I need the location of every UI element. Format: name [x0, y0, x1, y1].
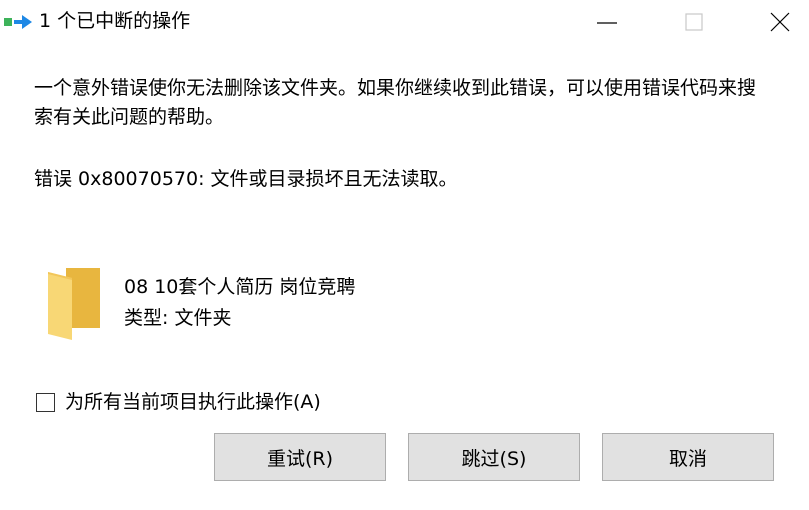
skip-button[interactable]: 跳过(S) — [408, 433, 580, 481]
retry-button[interactable]: 重试(R) — [214, 433, 386, 481]
minimize-icon — [597, 22, 617, 24]
item-name: 08 10套个人简历 岗位竞聘 — [124, 276, 356, 298]
window-title: 1 个已中断的操作 — [39, 10, 191, 32]
close-icon — [770, 12, 790, 32]
title-bar[interactable]: 1 个已中断的操作 — [0, 0, 809, 44]
maximize-button[interactable] — [664, 0, 724, 44]
file-operation-icon — [4, 13, 34, 31]
minimize-button[interactable] — [577, 0, 637, 44]
affected-item: 08 10套个人简历 岗位竞聘 类型: 文件夹 — [44, 264, 464, 344]
dialog-window: 1 个已中断的操作 一个意外错误使你无法删除该文件夹。如果你继续收到此错误，可以… — [0, 0, 809, 510]
apply-to-all-label[interactable]: 为所有当前项目执行此操作(A) — [65, 389, 321, 415]
folder-icon — [44, 268, 100, 340]
maximize-icon — [685, 13, 703, 31]
item-type: 类型: 文件夹 — [124, 307, 232, 329]
apply-to-all-option[interactable]: 为所有当前项目执行此操作(A) — [36, 389, 321, 415]
apply-to-all-checkbox[interactable] — [36, 392, 55, 412]
close-button[interactable] — [750, 0, 809, 44]
error-message: 一个意外错误使你无法删除该文件夹。如果你继续收到此错误，可以使用错误代码来搜索有… — [34, 77, 757, 128]
error-code-text: 错误 0x80070570: 文件或目录损坏且无法读取。 — [34, 168, 458, 190]
cancel-button[interactable]: 取消 — [602, 433, 774, 481]
